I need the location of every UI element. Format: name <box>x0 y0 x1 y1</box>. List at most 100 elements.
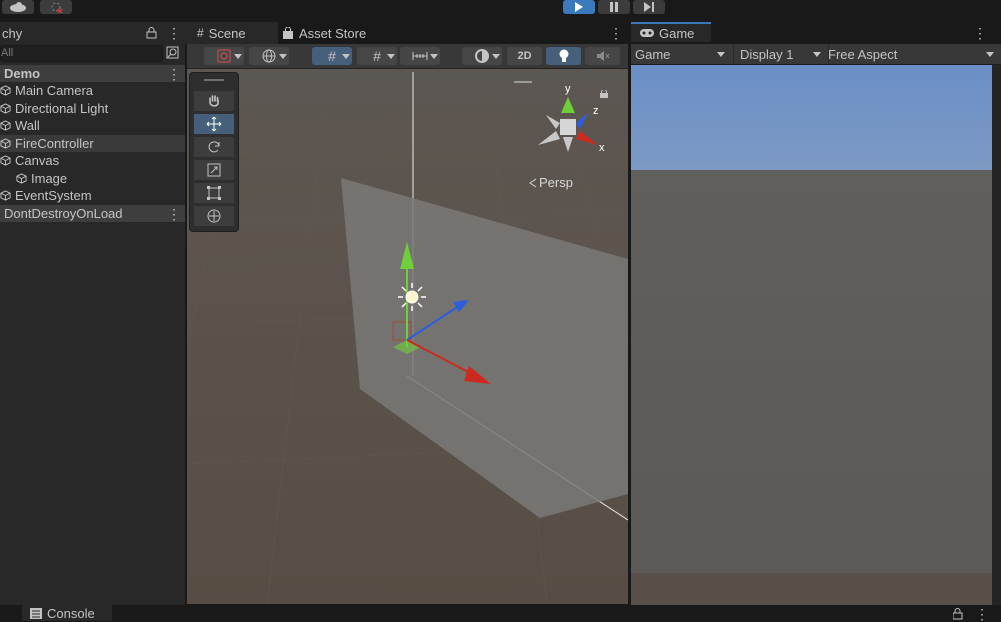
pause-button[interactable] <box>598 0 630 14</box>
hierarchy-search-input[interactable]: All <box>0 45 163 62</box>
display-label: Display 1 <box>740 46 794 62</box>
tab-game-label: Game <box>659 25 695 41</box>
ground-strip <box>631 573 992 605</box>
tab-asset-store[interactable]: Asset Store <box>282 22 382 44</box>
scene-viewport[interactable]: y z x Persp <box>187 44 628 604</box>
scene-row-dontdestroyonload[interactable]: DontDestroyOnLoad ⋮ <box>0 205 185 222</box>
cloud-icon <box>10 2 26 12</box>
grid-snap-toggle[interactable]: # <box>312 47 352 65</box>
scene-toolbar: # # 2D <box>187 44 628 69</box>
tab-hierarchy-label: chy <box>2 25 23 41</box>
global-local-dropdown[interactable] <box>249 47 289 65</box>
transform-tool-button[interactable] <box>194 206 234 226</box>
tab-game[interactable]: Game <box>631 22 711 42</box>
hierarchy-item-canvas[interactable]: Canvas <box>0 152 185 169</box>
lightbulb-icon <box>559 49 568 62</box>
step-icon <box>644 2 654 12</box>
chevron-down-icon <box>717 52 725 57</box>
hierarchy-menu-icon[interactable]: ⋮ <box>167 26 181 40</box>
toggle-2d-button[interactable]: 2D <box>507 47 542 65</box>
ruler-icon <box>412 52 428 60</box>
chevron-down-icon <box>813 52 821 57</box>
tab-scene-label: Scene <box>208 25 246 41</box>
hierarchy-item-wall[interactable]: Wall <box>0 117 185 134</box>
gameobject-cube-icon <box>0 155 11 166</box>
game-scrollbar[interactable] <box>992 65 1001 605</box>
lock-icon[interactable] <box>953 608 963 620</box>
hierarchy-item-label: EventSystem <box>15 188 92 203</box>
scene-row-demo[interactable]: Demo ⋮ <box>0 65 185 82</box>
tab-console-label: Console <box>47 605 95 621</box>
collab-button[interactable] <box>40 0 72 14</box>
hierarchy-item-label: Main Camera <box>15 83 94 98</box>
display-select[interactable]: Display 1 <box>735 44 829 64</box>
gameobject-cube-icon <box>0 190 11 201</box>
scale-tool-button[interactable] <box>194 160 234 180</box>
rotate-tool-button[interactable] <box>194 137 234 157</box>
chevron-down-icon <box>986 52 994 57</box>
tools-overlay <box>189 72 239 232</box>
hierarchy-item-main-camera[interactable]: Main Camera <box>0 82 185 99</box>
lock-icon[interactable] <box>146 27 157 39</box>
game-view[interactable] <box>631 65 992 605</box>
gameobject-cube-icon <box>0 103 11 114</box>
hierarchy-item-label: FireController <box>15 136 94 151</box>
aspect-select[interactable]: Free Aspect <box>828 44 994 64</box>
gizmo-x-label: x <box>599 142 605 154</box>
tab-hierarchy[interactable]: chy <box>0 22 187 44</box>
hierarchy-tabbar: chy ⋮ <box>0 22 187 44</box>
aspect-label: Free Aspect <box>828 46 898 62</box>
grid-visibility-dropdown[interactable]: # <box>357 47 397 65</box>
grid-icon: # <box>373 48 381 64</box>
scene-menu-icon[interactable]: ⋮ <box>609 26 623 40</box>
gizmo-y-label: y <box>565 83 571 95</box>
tab-project-partial[interactable] <box>0 605 16 621</box>
tools-drag-handle[interactable] <box>204 79 224 81</box>
play-button[interactable] <box>563 0 595 14</box>
dontdestroy-menu-icon[interactable]: ⋮ <box>167 207 181 221</box>
hierarchy-item-image[interactable]: Image <box>0 170 185 187</box>
game-menu-icon[interactable]: ⋮ <box>973 26 987 40</box>
hierarchy-item-firecontroller[interactable]: FireController <box>0 135 185 152</box>
increment-snap-dropdown[interactable] <box>400 47 440 65</box>
gamepad-icon <box>640 29 654 37</box>
draw-mode-dropdown[interactable] <box>204 47 244 65</box>
draw-mode-icon <box>217 49 231 63</box>
gameobject-cube-icon <box>0 120 11 131</box>
chevron-down-icon <box>234 54 242 59</box>
scene-view[interactable]: y z x Persp <box>187 44 628 604</box>
console-menu-icon[interactable]: ⋮ <box>975 607 989 621</box>
hand-tool-button[interactable] <box>194 91 234 111</box>
sky <box>631 65 992 170</box>
lighting-toggle[interactable] <box>546 47 581 65</box>
chevron-down-icon <box>492 54 500 59</box>
dontdestroy-label: DontDestroyOnLoad <box>4 206 123 221</box>
hand-icon <box>209 95 219 107</box>
search-type-icon[interactable] <box>166 46 179 59</box>
rect-tool-button[interactable] <box>194 183 234 203</box>
pause-icon <box>610 2 618 12</box>
mute-icon <box>596 51 609 61</box>
search-placeholder: All <box>1 47 14 59</box>
step-button[interactable] <box>633 0 665 14</box>
game-mode-select[interactable]: Game <box>631 44 734 64</box>
cloud-button[interactable] <box>2 0 34 14</box>
scene-menu-icon[interactable]: ⋮ <box>167 67 181 81</box>
gameobject-cube-icon <box>0 85 11 96</box>
rect-transform-icon <box>207 186 221 200</box>
hierarchy-item-directional-light[interactable]: Directional Light <box>0 100 185 117</box>
game-toolbar: Game Display 1 Free Aspect <box>631 44 1001 65</box>
move-tool-button[interactable] <box>194 114 234 134</box>
scene-name: Demo <box>4 66 41 81</box>
audio-toggle[interactable] <box>585 47 620 65</box>
light-sun-icon[interactable] <box>398 283 426 311</box>
console-icon <box>30 607 42 619</box>
hierarchy-panel: All Demo ⋮ Main Camera Directional Light… <box>0 44 185 605</box>
shading-mode-dropdown[interactable] <box>462 47 502 65</box>
tab-console[interactable]: Console <box>22 605 112 621</box>
hierarchy-item-eventsystem[interactable]: EventSystem <box>0 187 185 204</box>
globe-icon <box>262 49 276 63</box>
persp-label[interactable]: Persp <box>539 175 573 190</box>
tab-scene[interactable]: # Scene <box>187 22 278 44</box>
scale-icon <box>207 163 221 177</box>
